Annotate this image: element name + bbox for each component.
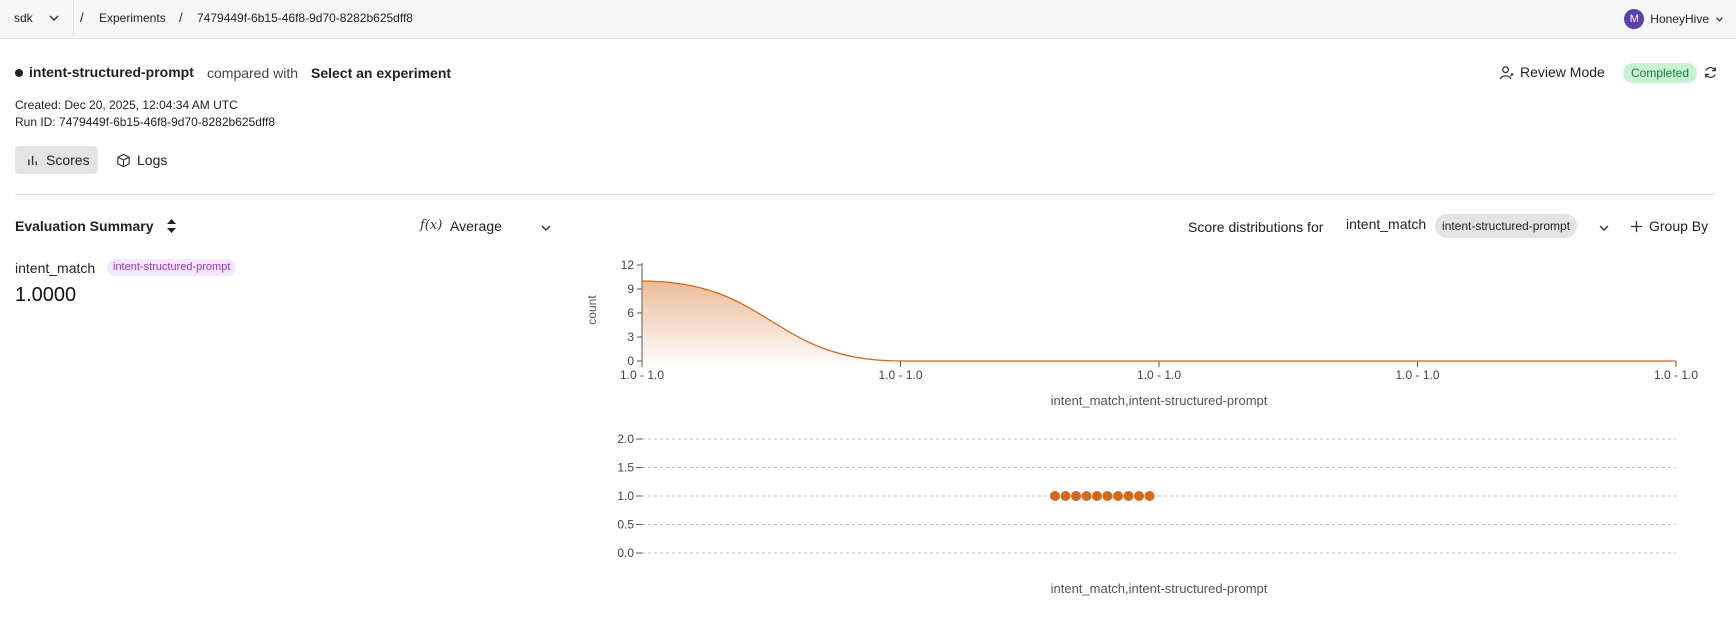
tab-scores[interactable]: Scores — [15, 146, 98, 174]
y-tick-label: 6 — [627, 306, 634, 320]
score-charts: 0 3 6 9 12 1.0 - 1.0 1.0 - 1.0 1.0 - 1.0 1.0 - 1… — [585, 258, 1698, 596]
breadcrumb-run-id[interactable]: 7479449f-6b15-46f8-9d70-8282b625dff8 — [197, 11, 413, 25]
project-name: sdk — [14, 11, 33, 25]
y-tick-label: 0 — [627, 354, 634, 368]
tab-scores-label: Scores — [46, 152, 90, 168]
tab-logs-label: Logs — [137, 152, 168, 168]
cube-icon — [117, 153, 130, 167]
breadcrumb-separator: / — [179, 10, 183, 25]
breadcrumb-experiments[interactable]: Experiments — [99, 11, 166, 25]
y-tick-label: 1.0 — [617, 489, 634, 503]
avatar: M — [1624, 9, 1645, 29]
breadcrumb-separator: / — [80, 10, 84, 25]
status-badge: Completed — [1623, 63, 1698, 83]
status-dot — [15, 69, 23, 77]
data-point — [1071, 491, 1081, 501]
bar-chart-icon — [28, 155, 37, 165]
chevron-down-icon — [1716, 16, 1723, 22]
group-by-button[interactable]: Group By — [1630, 218, 1708, 234]
x-tick-label: 1.0 - 1.0 — [878, 368, 922, 382]
y-tick-label: 0.5 — [617, 518, 634, 532]
divider — [15, 194, 1715, 195]
x-tick-label: 1.0 - 1.0 — [1395, 368, 1439, 382]
histogram-chart: 0 3 6 9 12 1.0 - 1.0 1.0 - 1.0 1.0 - 1.0 1.0 - 1… — [585, 258, 1698, 408]
x-tick-label: 1.0 - 1.0 — [1137, 368, 1181, 382]
user-icon — [1499, 65, 1514, 79]
created-timestamp: Created: Dec 20, 2025, 12:04:34 AM UTC — [15, 98, 238, 112]
x-axis-label: intent_match,intent-structured-prompt — [1051, 581, 1268, 596]
data-point — [1144, 491, 1155, 501]
y-tick-label: 2.0 — [617, 432, 634, 446]
data-point — [1134, 491, 1144, 501]
sort-icon — [166, 219, 176, 233]
y-tick-label: 3 — [627, 330, 634, 344]
data-point — [1113, 491, 1123, 501]
chevron-down-icon[interactable] — [1598, 222, 1610, 234]
metric-tag: intent-structured-prompt — [107, 259, 237, 276]
review-mode-label: Review Mode — [1520, 64, 1605, 80]
scatter-chart: 2.0 1.5 1.0 0.5 0.0 intent_match,intent-struc… — [617, 432, 1676, 596]
area-fill — [642, 281, 1676, 361]
score-distributions-label: Score distributions for — [1188, 219, 1324, 235]
y-tick-label: 1.5 — [617, 461, 634, 475]
x-axis-label: intent_match,intent-structured-prompt — [1051, 393, 1268, 408]
evaluation-summary-header[interactable]: Evaluation Summary — [15, 218, 177, 234]
refresh-icon[interactable] — [1703, 65, 1718, 80]
project-selector[interactable]: sdk — [0, 0, 74, 36]
run-title: intent-structured-prompt — [29, 64, 194, 80]
top-bar: sdk / Experiments / 7479449f-6b15-46f8-9… — [0, 0, 1736, 39]
select-experiment-button[interactable]: Select an experiment — [311, 65, 451, 81]
series-line — [641, 280, 1676, 362]
y-axis-label: count — [585, 295, 599, 325]
user-menu[interactable]: M HoneyHive — [1624, 9, 1724, 29]
metric-name: intent_match — [15, 260, 96, 276]
experiment-tag[interactable]: intent-structured-prompt — [1435, 214, 1578, 238]
data-point — [1092, 491, 1102, 501]
x-tick-label: 1.0 - 1.0 — [1654, 368, 1698, 382]
metric-value: 1.0000 — [15, 284, 77, 306]
review-mode-button[interactable]: Review Mode — [1499, 64, 1605, 80]
data-point — [1123, 491, 1134, 501]
tab-logs[interactable]: Logs — [108, 146, 167, 174]
data-point — [1102, 491, 1113, 501]
function-icon: f(x) — [420, 218, 443, 233]
aggregation-select[interactable]: Average — [450, 218, 502, 234]
group-by-label: Group By — [1649, 218, 1709, 234]
chevron-down-icon[interactable] — [540, 222, 552, 234]
compared-with-label: compared with — [207, 65, 299, 81]
run-id-text: Run ID: 7479449f-6b15-46f8-9d70-8282b625… — [15, 115, 275, 129]
y-tick-label: 12 — [621, 258, 635, 272]
evaluation-summary-title: Evaluation Summary — [15, 218, 154, 234]
data-point — [1081, 491, 1092, 501]
data-point — [1050, 491, 1060, 501]
y-tick-label: 9 — [627, 282, 634, 296]
x-tick-label: 1.0 - 1.0 — [620, 368, 664, 382]
metric-selector[interactable]: intent_match — [1346, 216, 1426, 232]
data-point — [1060, 491, 1071, 501]
chevron-down-icon — [49, 15, 59, 21]
user-name: HoneyHive — [1650, 12, 1709, 26]
y-tick-label: 0.0 — [617, 546, 634, 560]
plus-icon — [1630, 220, 1643, 232]
